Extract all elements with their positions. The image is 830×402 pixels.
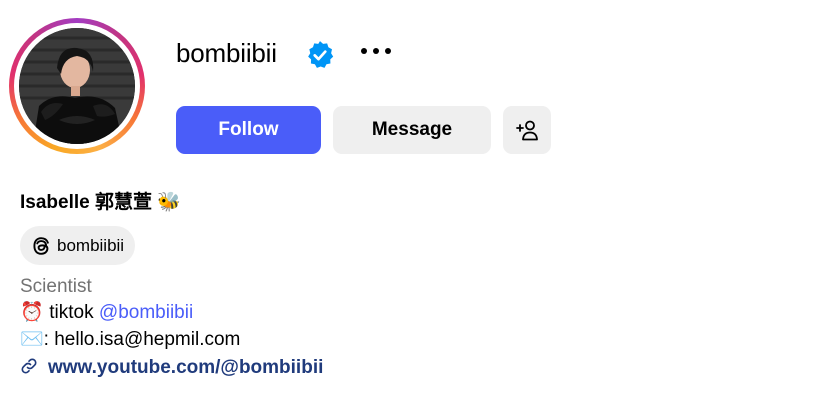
- bio-line-tiktok: ⏰ tiktok @bombiibii: [20, 300, 193, 326]
- profile-username: bombiibii: [176, 38, 277, 68]
- profile-full-name: Isabelle 郭慧萱 🐝: [20, 192, 181, 213]
- message-button[interactable]: Message: [333, 106, 491, 154]
- envelope-icon: ✉️: [20, 329, 44, 350]
- more-options-button[interactable]: [356, 36, 396, 66]
- more-horizontal-icon: [361, 48, 391, 54]
- threads-icon: [33, 236, 49, 255]
- threads-handle: bombiibii: [57, 235, 125, 255]
- threads-link-badge[interactable]: bombiibii: [20, 226, 136, 265]
- follow-button[interactable]: Follow: [176, 106, 321, 154]
- bio-link-text[interactable]: www.youtube.com/@bombiibii: [48, 357, 323, 378]
- avatar-photo: [19, 28, 135, 144]
- link-icon: [21, 358, 37, 374]
- add-user-icon: [516, 120, 538, 141]
- avatar[interactable]: [19, 28, 135, 144]
- bio-mention-link[interactable]: @bombiibii: [99, 302, 193, 323]
- bio-email-text: : hello.isa@hepmil.com: [43, 329, 241, 350]
- bio-external-link[interactable]: www.youtube.com/@bombiibii: [20, 355, 323, 381]
- avatar-frame: [14, 23, 140, 149]
- suggested-users-button[interactable]: [503, 106, 551, 154]
- bio-line-email: ✉️: hello.isa@hepmil.com: [20, 327, 240, 353]
- avatar-ring[interactable]: [9, 18, 145, 154]
- alarm-clock-icon: ⏰: [20, 302, 44, 323]
- verified-badge-icon: [305, 40, 335, 70]
- bio-tiktok-text: tiktok: [44, 302, 99, 323]
- profile-category: Scientist: [20, 276, 92, 297]
